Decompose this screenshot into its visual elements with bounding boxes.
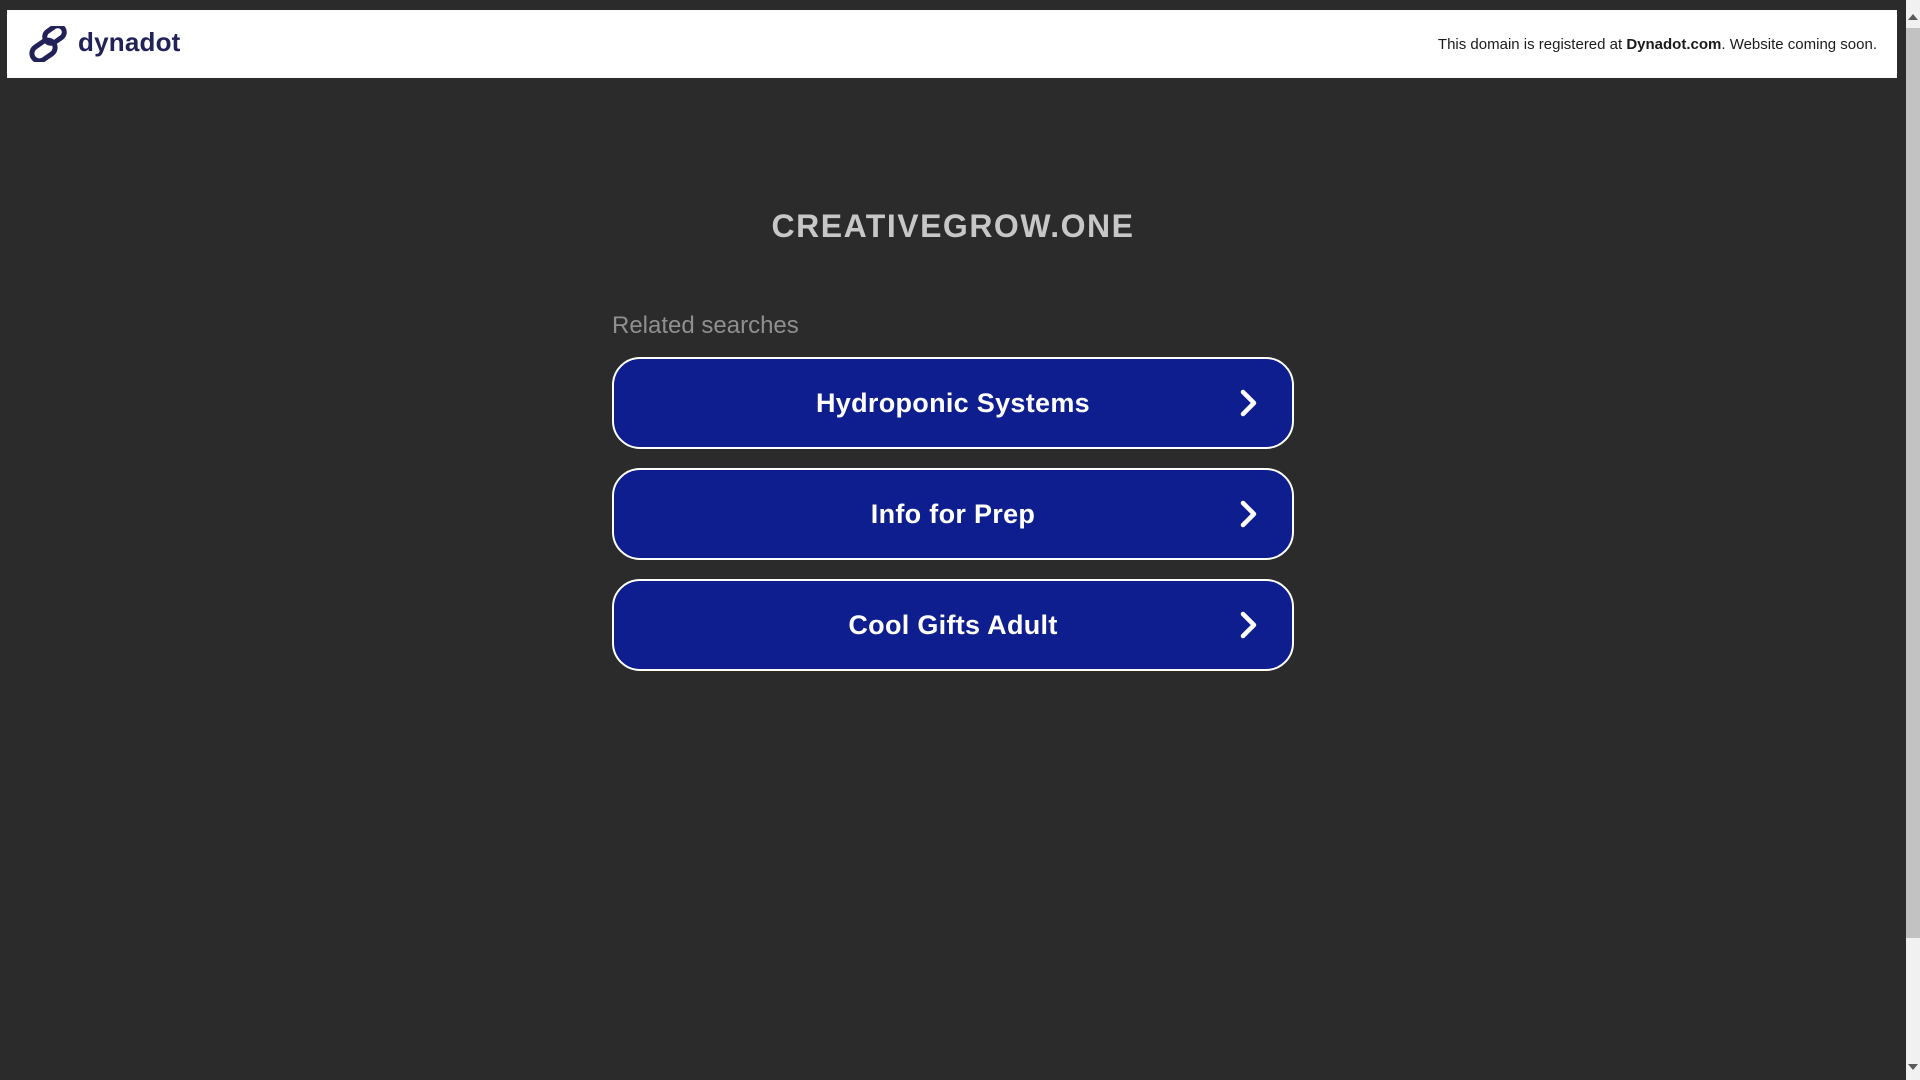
domain-title: CREATIVEGROW.ONE <box>771 208 1135 244</box>
related-search-label: Hydroponic Systems <box>816 387 1090 418</box>
notice-suffix: . Website coming soon. <box>1721 35 1877 53</box>
related-searches-section: Related searches Hydroponic Systems Info… <box>612 245 1294 671</box>
chevron-right-icon <box>1240 500 1257 528</box>
related-search-label: Info for Prep <box>870 498 1036 529</box>
chevron-right-icon <box>1240 611 1257 639</box>
related-search-button-cool-gifts-adult[interactable]: Cool Gifts Adult <box>612 579 1294 671</box>
logo-wordmark: dynadot <box>78 27 181 57</box>
registration-notice: This domain is registered at Dynadot.com… <box>1438 36 1877 53</box>
related-searches-list: Hydroponic Systems Info for Prep Cool Gi… <box>612 357 1294 671</box>
scrollbar-thumb[interactable] <box>1906 28 1920 938</box>
header-bar: dynadot This domain is registered at Dyn… <box>7 10 1897 78</box>
notice-registrar: Dynadot.com <box>1626 35 1722 53</box>
related-search-label: Cool Gifts Adult <box>848 609 1058 640</box>
related-search-button-hydroponic-systems[interactable]: Hydroponic Systems <box>612 357 1294 449</box>
scrollbar[interactable] <box>1906 0 1920 1080</box>
chevron-right-icon <box>1240 389 1257 417</box>
notice-prefix: This domain is registered at <box>1437 35 1627 53</box>
parked-page-content: CREATIVEGROW.ONE Related searches Hydrop… <box>0 0 1906 1080</box>
triangle-down-icon[interactable] <box>1908 1064 1918 1070</box>
related-search-button-info-for-prep[interactable]: Info for Prep <box>612 468 1294 560</box>
triangle-up-icon[interactable] <box>1908 14 1918 20</box>
dynadot-logo[interactable]: dynadot <box>29 26 181 62</box>
chain-link-icon <box>29 26 67 62</box>
related-searches-label: Related searches <box>612 312 799 339</box>
